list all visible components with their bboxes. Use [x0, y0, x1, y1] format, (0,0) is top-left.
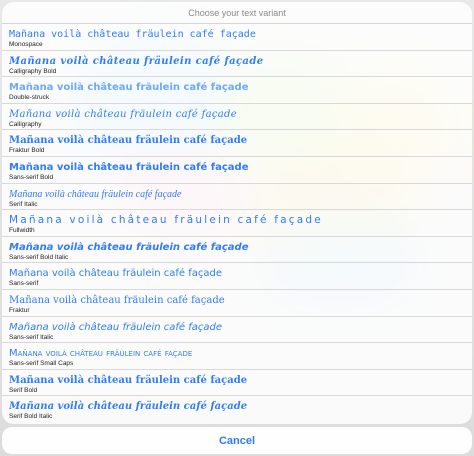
variant-sample: Mañana voilà château fräulein café façad…: [9, 321, 223, 333]
variant-option-serif-bold-italic[interactable]: Mañana voilà château fräulein café façad…: [2, 396, 472, 423]
variant-option-double-struck[interactable]: Mañana voilà château fräulein café façad…: [2, 77, 472, 104]
variant-sample: Mañana voilà château fräulein café façad…: [9, 82, 249, 94]
variant-sample: Mañana voilà château fräulein café façad…: [9, 348, 193, 360]
variant-option-serif-italic[interactable]: Mañana voilà château fräulein café façad…: [2, 184, 472, 211]
variant-option-calligraphy-bold[interactable]: Mañana voilà château fräulein café façad…: [2, 51, 472, 78]
variant-label: Sans-serif Italic: [9, 333, 54, 341]
action-sheet: Choose your text variant Mañana voilà ch…: [2, 2, 472, 424]
variant-label: Sans-serif: [9, 280, 39, 288]
variant-option-sans-serif-italic[interactable]: Mañana voilà château fräulein café façad…: [2, 317, 472, 344]
variant-sample: Mañana voilà château fräulein café façad…: [9, 214, 323, 227]
variant-sample: Mañana voilà château fräulein café façad…: [9, 55, 264, 67]
variant-option-sans-serif[interactable]: Mañana voilà château fräulein café façad…: [2, 263, 472, 290]
variant-option-monospace[interactable]: Mañana voilà château fräulein café façad…: [2, 24, 472, 51]
variant-option-calligraphy[interactable]: Mañana voilà château fräulein café façad…: [2, 104, 472, 131]
variant-label: Double-struck: [9, 94, 50, 102]
cancel-button[interactable]: Cancel: [2, 427, 472, 454]
sheet-title: Choose your text variant: [2, 2, 472, 24]
variant-label: Monospace: [9, 41, 43, 48]
variant-label: Fraktur Bold: [9, 147, 45, 155]
variant-label: Serif Bold Italic: [9, 413, 53, 421]
variant-sample: Mañana voilà château fräulein café façad…: [9, 401, 248, 413]
variant-option-sans-serif-bold-italic[interactable]: Mañana voilà château fräulein café façad…: [2, 237, 472, 264]
variant-option-sans-serif-small-caps[interactable]: Mañana voilà château fräulein café façad…: [2, 343, 472, 370]
variant-sample: Mañana voilà château fräulein café façad…: [9, 241, 249, 253]
variant-sample: Mañana voilà château fräulein café façad…: [9, 294, 225, 306]
variant-sample: Mañana voilà château fräulein café façad…: [9, 29, 256, 40]
variant-label: Calligraphy Bold: [9, 67, 57, 75]
variant-sample: Mañana voilà château fräulein café façad…: [9, 108, 237, 120]
variant-option-fraktur-bold[interactable]: Mañana voilà château fräulein café façad…: [2, 130, 472, 157]
variant-sample: Mañana voilà château fräulein café façad…: [9, 268, 223, 280]
variant-option-fullwidth[interactable]: Mañana voilà château fräulein café façad…: [2, 210, 472, 237]
variant-label: Serif Italic: [9, 200, 38, 208]
variant-label: Calligraphy: [9, 120, 42, 128]
variant-option-serif-bold[interactable]: Mañana voilà château fräulein café façad…: [2, 370, 472, 397]
variant-list: Mañana voilà château fräulein café façad…: [2, 24, 472, 423]
variant-label: Sans-serif Bold: [9, 173, 54, 181]
variant-sample: Mañana voilà château fräulein café façad…: [9, 374, 248, 386]
variant-sample: Mañana voilà château fräulein café façad…: [9, 135, 248, 147]
variant-label: Fullwidth: [9, 227, 35, 235]
variant-label: Sans-serif Small Caps: [9, 360, 74, 368]
variant-label: Fraktur: [9, 306, 30, 314]
variant-sample: Mañana voilà château fräulein café façad…: [9, 188, 182, 200]
variant-sample: Mañana voilà château fräulein café façad…: [9, 161, 249, 173]
variant-option-fraktur[interactable]: Mañana voilà château fräulein café façad…: [2, 290, 472, 317]
variant-label: Sans-serif Bold Italic: [9, 253, 69, 261]
variant-option-sans-serif-bold[interactable]: Mañana voilà château fräulein café façad…: [2, 157, 472, 184]
variant-label: Serif Bold: [9, 386, 38, 394]
